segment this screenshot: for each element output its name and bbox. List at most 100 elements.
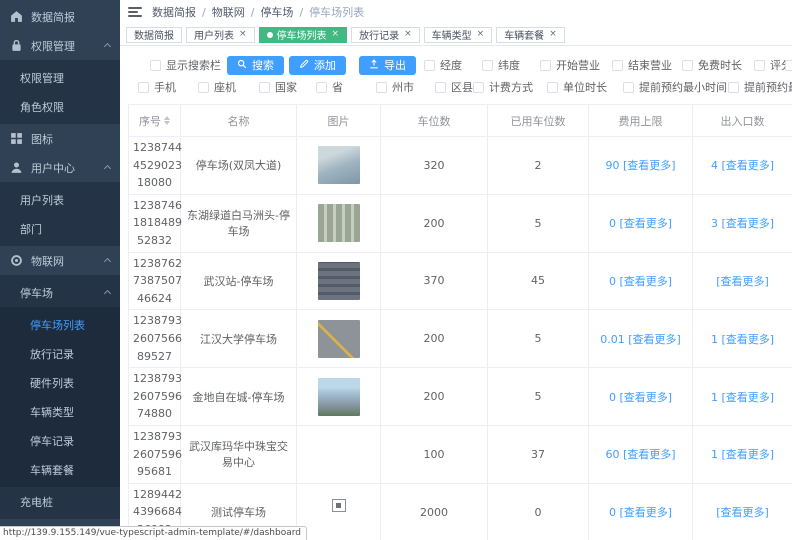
sidebar-item[interactable]: 权限管理 [0,31,120,60]
gates-cell: 4 [查看更多] [693,137,792,195]
photo-cell [297,425,381,483]
fee-view-more-link[interactable]: 0 [查看更多] [609,275,672,288]
sidebar-item[interactable]: 用户中心 [0,153,120,182]
parking-table: 序号名称图片车位数已用车位数费用上限出入口数 1238744 4529023 1… [128,104,792,540]
filter-checkbox[interactable]: 结束营业 [612,57,672,73]
filter-checkbox[interactable]: 纬度 [482,57,520,73]
table-row: 1238746 1818489 52832东湖绿道白马洲头-停车场20050 [… [129,194,792,252]
filter-checkbox[interactable]: 免费时长 [682,57,742,73]
tab[interactable]: 车辆套餐× [496,27,565,43]
sort-asc-icon[interactable] [164,116,170,120]
tab[interactable]: 用户列表× [186,27,255,43]
sidebar-item[interactable]: 物联网 [0,246,120,275]
parking-photo[interactable] [318,204,360,242]
table-row: 1238762 7387507 46624武汉站-停车场370450 [查看更多… [129,252,792,310]
tab[interactable]: 车辆类型 × [424,27,493,43]
tab-label: 车辆类型 [432,27,472,42]
filter-checkbox[interactable]: 单位时长 [547,79,607,95]
sidebar-item-label: 放行记录 [30,346,74,362]
fee-view-more-link[interactable]: 60 [查看更多] [605,448,675,461]
close-icon[interactable]: × [477,30,485,39]
show-search-checkbox[interactable]: 显示搜索栏 [150,57,221,73]
sidebar-item[interactable]: 权限管理 [0,63,120,92]
button-label: 搜索 [252,57,274,73]
sidebar-item[interactable]: 停车场列表 [0,310,120,339]
export-button[interactable]: 导出 [359,56,416,75]
filter-checkbox[interactable]: 省 [316,79,343,95]
sortable-header[interactable]: 序号 [139,113,170,129]
sidebar-item[interactable]: 角色权限 [0,92,120,121]
submenu: 停车场列表放行记录硬件列表车辆类型停车记录车辆套餐 [0,307,120,487]
fee-view-more-link[interactable]: 0 [查看更多] [609,217,672,230]
close-icon[interactable]: × [404,30,412,39]
hamburger-icon[interactable] [128,6,142,18]
close-icon[interactable]: × [239,30,247,39]
submenu: 停车场停车场列表放行记录硬件列表车辆类型停车记录车辆套餐充电桩 [0,275,120,519]
parking-photo[interactable] [318,146,360,184]
breadcrumb-item[interactable]: 物联网 [212,4,245,20]
parking-photo[interactable] [318,378,360,416]
sidebar-item[interactable]: 充电桩 [0,487,120,516]
filter-checkbox[interactable]: 提前预约最大时间 [728,79,792,95]
table-row: 1238793 2607596 74880金地自在城-停车场20050 [查看更… [129,368,792,426]
sidebar-item[interactable]: 车辆类型 [0,397,120,426]
sidebar-item[interactable]: 放行记录 [0,339,120,368]
sidebar-item[interactable]: 停车场 [0,278,120,307]
sidebar-item[interactable]: 停车记录 [0,426,120,455]
sidebar-item[interactable]: 图标 [0,124,120,153]
filter-checkbox[interactable]: 州市 [376,79,414,95]
breadcrumb-item[interactable]: 数据简报 [152,4,196,20]
gates-view-more-link[interactable]: 4 [查看更多] [711,159,774,172]
gates-cell: 3 [查看更多] [693,194,792,252]
sidebar-item[interactable]: 硬件列表 [0,368,120,397]
gates-view-more-link[interactable]: 1 [查看更多] [711,391,774,404]
filter-checkbox[interactable]: 经度 [424,57,462,73]
fee-view-more-link[interactable]: 0.01 [查看更多] [600,333,681,346]
filter-checkbox[interactable]: 座机 [198,79,236,95]
breadcrumb: 数据简报/物联网/停车场/停车场列表 [152,4,364,20]
sidebar-item-label: 角色权限 [20,99,64,115]
gates-view-more-link[interactable]: [查看更多] [716,506,769,519]
photo-cell [297,483,381,540]
sidebar-item[interactable]: 数据简报 [0,2,120,31]
table-row: 1238744 4529023 18080停车场(双凤大道)320290 [查看… [129,137,792,195]
parking-photo[interactable] [318,320,360,358]
close-icon[interactable]: × [332,30,340,39]
column-header: 出入口数 [693,105,792,137]
tab[interactable]: 数据简报 [126,27,182,43]
spots-cell: 370 [381,252,488,310]
broken-image-icon[interactable] [332,499,346,512]
filter-checkbox[interactable]: 手机 [138,79,176,95]
filter-checkbox[interactable] [785,60,792,71]
name-cell: 江汉大学停车场 [181,310,297,368]
fee-view-more-link[interactable]: 90 [查看更多] [605,159,675,172]
sidebar-item[interactable]: 用户列表 [0,185,120,214]
close-icon[interactable]: × [549,30,557,39]
row-id-cell: 1238793 2607596 95681 [129,425,181,483]
filter-checkbox[interactable]: 提前预约最小时间 [623,79,727,95]
gates-view-more-link[interactable]: 3 [查看更多] [711,217,774,230]
parking-photo[interactable] [318,262,360,300]
fee-view-more-link[interactable]: 0 [查看更多] [609,506,672,519]
sidebar-item[interactable]: 部门 [0,214,120,243]
search-button[interactable]: 搜索 [227,56,284,75]
breadcrumb-item[interactable]: 停车场 [260,4,293,20]
users-icon [10,161,23,174]
sidebar-item[interactable]: 车辆套餐 [0,455,120,484]
sort-carets-icon[interactable] [164,116,170,125]
gates-view-more-link[interactable]: 1 [查看更多] [711,333,774,346]
filter-checkbox[interactable]: 计费方式 [473,79,533,95]
column-header[interactable]: 序号 [129,105,181,137]
checkbox-label: 纬度 [498,57,520,73]
add-button[interactable]: 添加 [289,56,346,75]
tab[interactable]: 放行记录× [351,27,420,43]
gates-view-more-link[interactable]: 1 [查看更多] [711,448,774,461]
tab[interactable]: 停车场列表× [259,27,348,43]
fee-view-more-link[interactable]: 0 [查看更多] [609,391,672,404]
filter-checkbox[interactable]: 开始营业 [540,57,600,73]
sort-desc-icon[interactable] [164,121,170,125]
breadcrumb-item: 停车场列表 [309,4,364,20]
filter-checkbox[interactable]: 国家 [259,79,297,95]
gates-view-more-link[interactable]: [查看更多] [716,275,769,288]
filter-checkbox[interactable]: 区县 [435,79,473,95]
